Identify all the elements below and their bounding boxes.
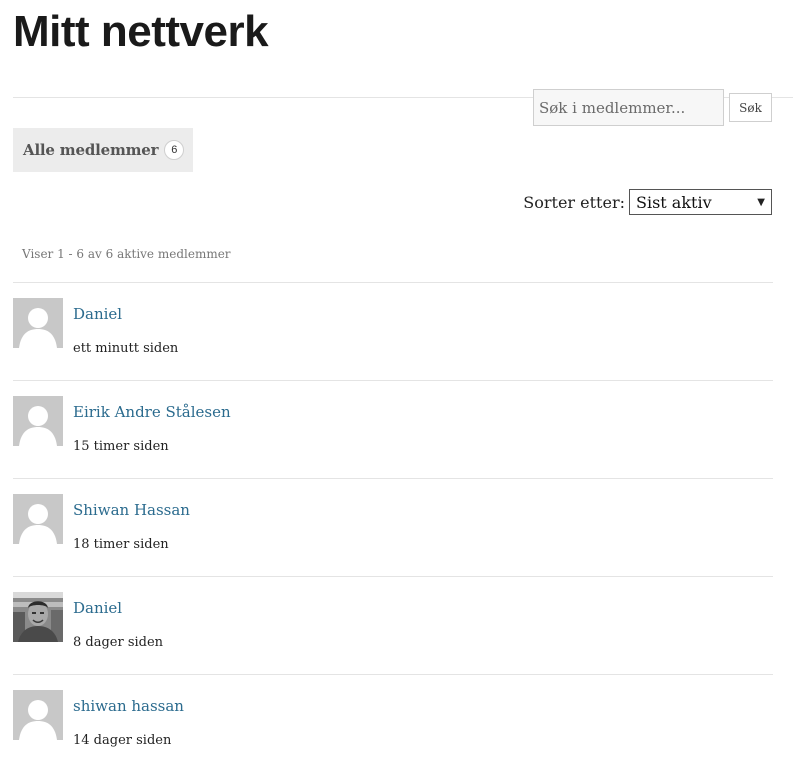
member-name-link[interactable]: Eirik Andre Stålesen	[73, 403, 231, 421]
sort-control: Sorter etter: Sist aktiv ▼	[523, 189, 772, 215]
default-avatar-icon[interactable]	[13, 494, 63, 544]
photo-avatar-icon[interactable]	[13, 592, 63, 642]
member-last-active: 15 timer siden	[73, 439, 169, 454]
member-name-link[interactable]: Daniel	[73, 599, 122, 617]
member-item: shiwan hassan 14 dager siden	[13, 674, 773, 772]
default-avatar-icon[interactable]	[13, 298, 63, 348]
member-name-link[interactable]: Shiwan Hassan	[73, 501, 190, 519]
default-avatar-icon[interactable]	[13, 396, 63, 446]
search-button[interactable]: Søk	[729, 93, 772, 122]
pagination-count: Viser 1 - 6 av 6 aktive medlemmer	[22, 247, 231, 261]
member-item: Daniel ett minutt siden	[13, 282, 773, 380]
member-last-active: 14 dager siden	[73, 733, 172, 748]
page-title: Mitt nettverk	[13, 7, 269, 56]
member-search-form: Søk	[533, 89, 772, 126]
member-name-link[interactable]: Daniel	[73, 305, 122, 323]
default-avatar-icon[interactable]	[13, 690, 63, 740]
member-search-input[interactable]	[533, 89, 724, 126]
tab-all-members[interactable]: Alle medlemmer 6	[13, 128, 193, 172]
member-last-active: 8 dager siden	[73, 635, 164, 650]
member-item: Eirik Andre Stålesen 15 timer siden	[13, 380, 773, 478]
sort-label: Sorter etter:	[523, 192, 625, 212]
sort-select[interactable]: Sist aktiv ▼	[629, 189, 772, 215]
member-name-link[interactable]: shiwan hassan	[73, 697, 184, 715]
member-item: Daniel 8 dager siden	[13, 576, 773, 674]
tab-all-members-label: Alle medlemmer	[23, 141, 159, 159]
member-last-active: 18 timer siden	[73, 537, 169, 552]
member-item: Shiwan Hassan 18 timer siden	[13, 478, 773, 576]
member-count-badge: 6	[164, 140, 185, 160]
members-list: Daniel ett minutt siden Eirik Andre Stål…	[13, 282, 773, 772]
chevron-down-icon: ▼	[757, 196, 765, 208]
member-last-active: ett minutt siden	[73, 341, 179, 356]
sort-selected-value: Sist aktiv	[636, 192, 712, 212]
